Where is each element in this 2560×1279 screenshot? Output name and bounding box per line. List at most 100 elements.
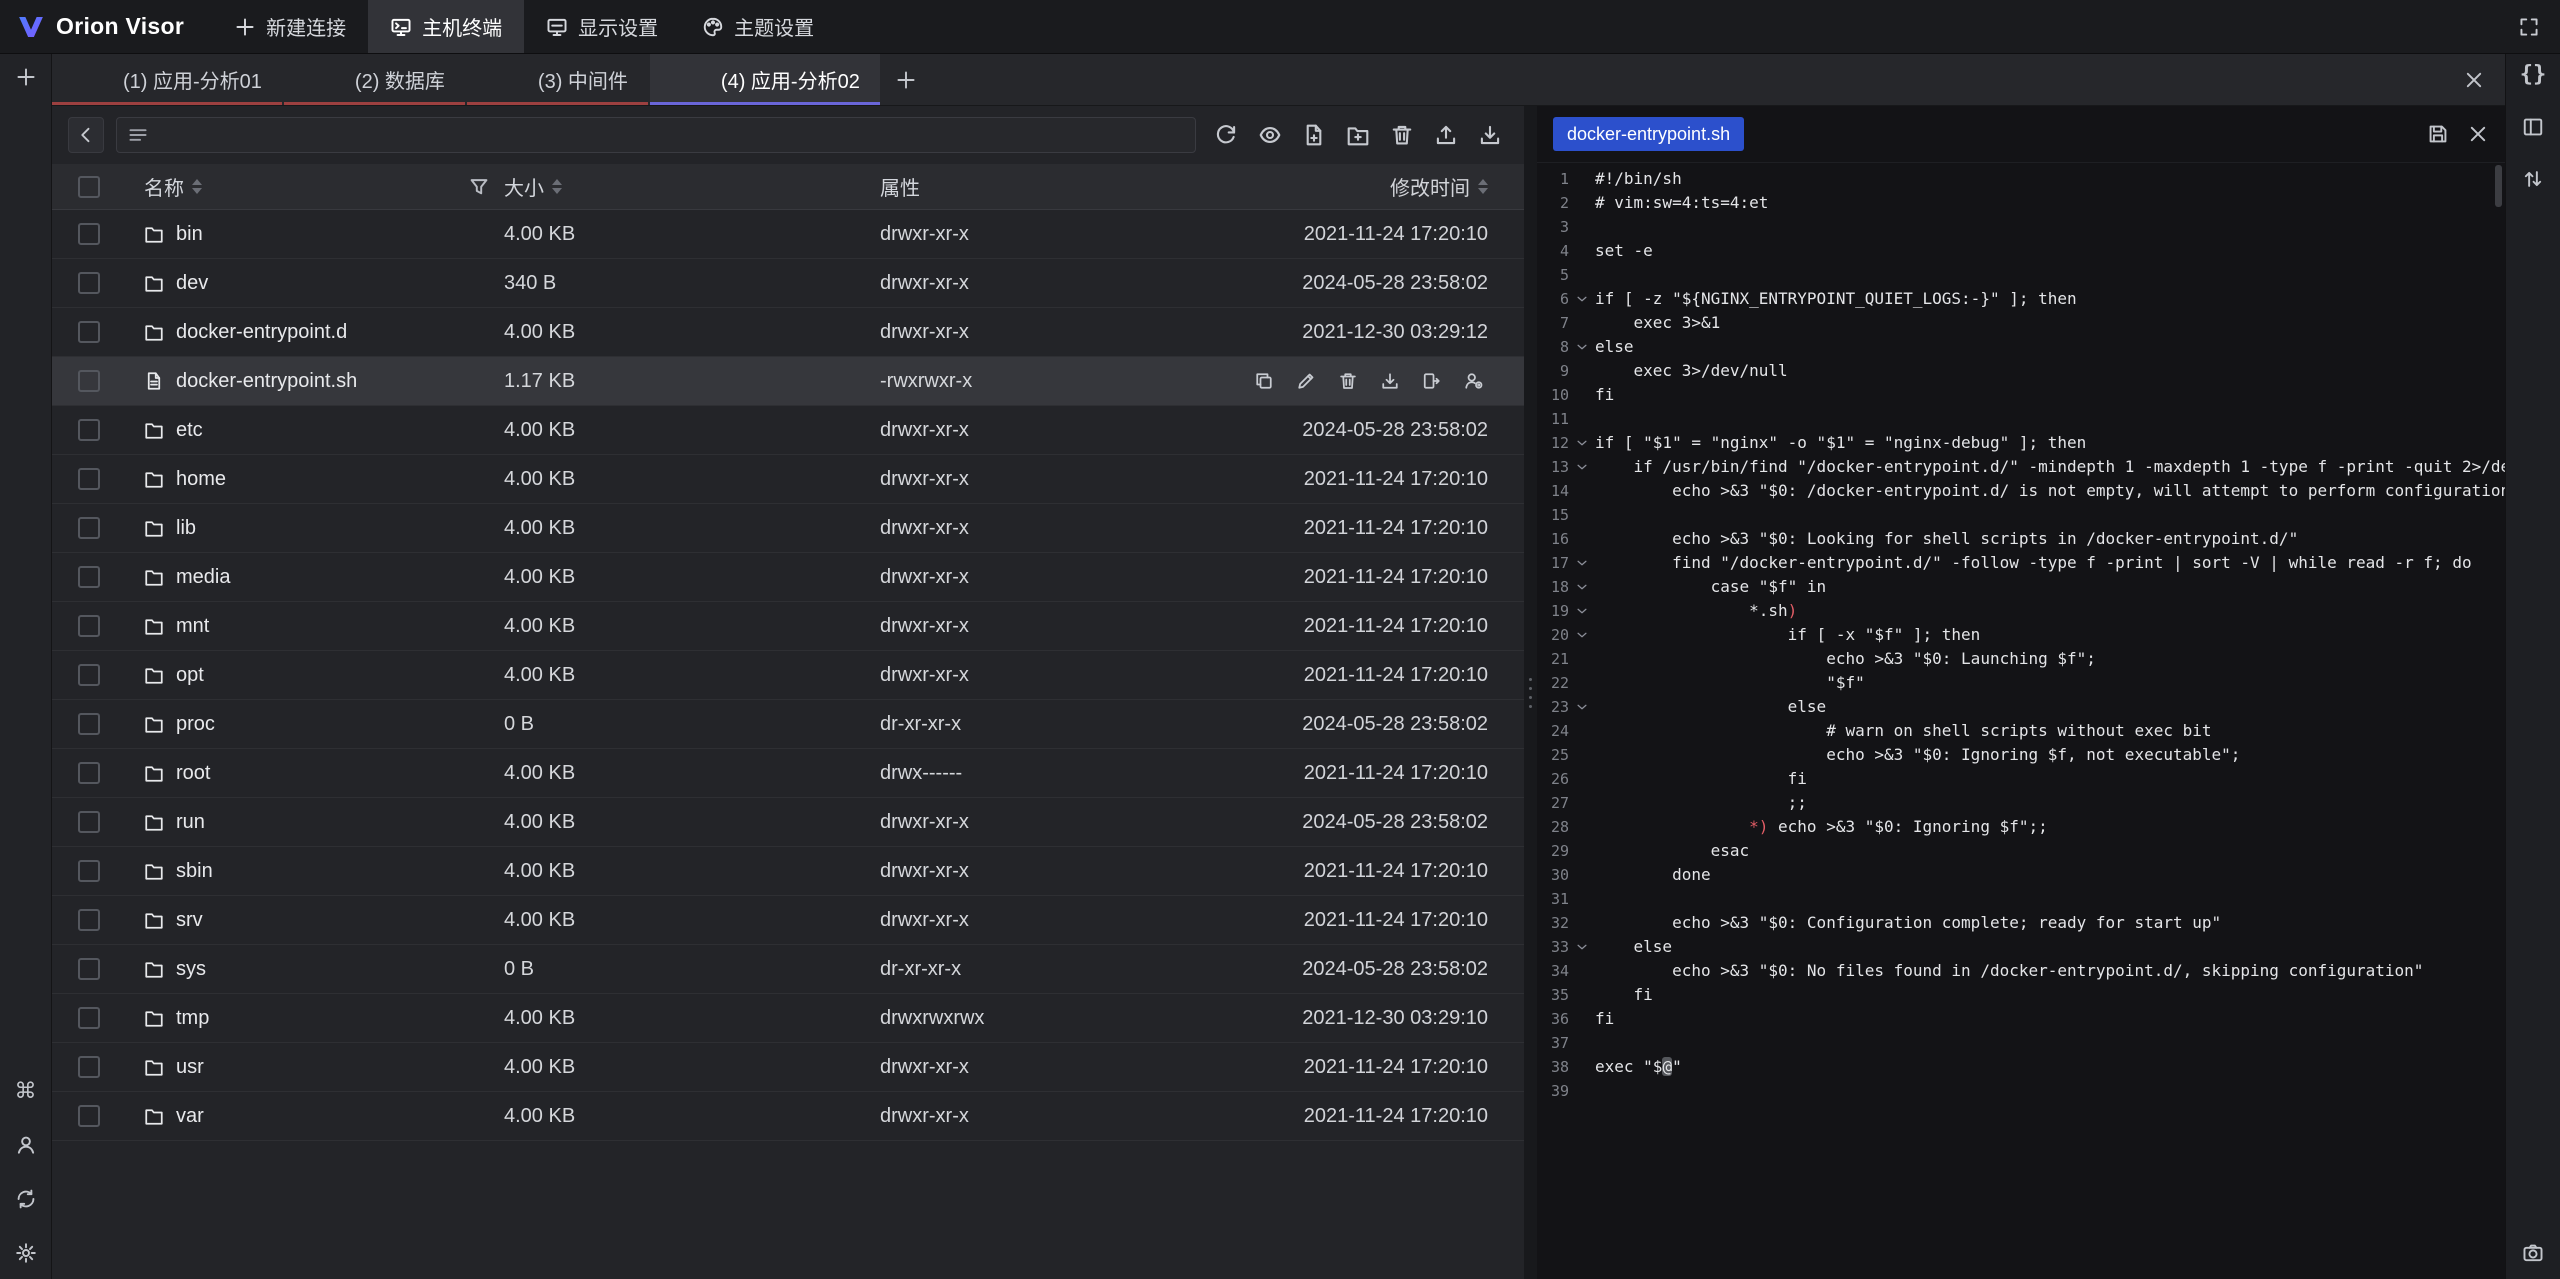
row-checkbox[interactable] xyxy=(78,321,100,343)
menu-display-settings[interactable]: 显示设置 xyxy=(524,0,680,53)
file-row[interactable]: var 4.00 KB drwxr-xr-x 2021-11-24 17:20:… xyxy=(52,1092,1524,1141)
fold-chevron-icon[interactable] xyxy=(1569,935,1595,959)
file-row[interactable]: run 4.00 KB drwxr-xr-x 2024-05-28 23:58:… xyxy=(52,798,1524,847)
row-checkbox[interactable] xyxy=(78,860,100,882)
file-attr: drwxr-xr-x xyxy=(880,321,1280,344)
column-name[interactable]: 名称 xyxy=(124,172,504,201)
back-button[interactable] xyxy=(68,117,104,153)
file-row[interactable]: mnt 4.00 KB drwxr-xr-x 2021-11-24 17:20:… xyxy=(52,602,1524,651)
braces-icon[interactable]: {} xyxy=(2520,64,2547,86)
row-checkbox[interactable] xyxy=(78,272,100,294)
file-row[interactable]: sys 0 B dr-xr-xr-x 2024-05-28 23:58:02 xyxy=(52,945,1524,994)
sort-name-icon[interactable] xyxy=(192,179,202,194)
show-hidden-icon[interactable] xyxy=(1258,123,1282,147)
file-row[interactable]: media 4.00 KB drwxr-xr-x 2021-11-24 17:2… xyxy=(52,553,1524,602)
close-all-tabs-icon[interactable] xyxy=(2443,54,2505,105)
editor-file-tab[interactable]: docker-entrypoint.sh xyxy=(1553,117,1744,151)
delete-icon[interactable] xyxy=(1338,371,1358,391)
command-icon[interactable]: ⌘ xyxy=(15,1080,37,1102)
row-checkbox[interactable] xyxy=(78,566,100,588)
menu-theme-settings[interactable]: 主题设置 xyxy=(680,0,836,53)
sort-size-icon[interactable] xyxy=(552,179,562,194)
panel-resize-handle[interactable] xyxy=(1524,106,1537,1279)
refresh-icon[interactable] xyxy=(1214,123,1238,147)
row-checkbox[interactable] xyxy=(78,223,100,245)
file-row[interactable]: docker-entrypoint.sh 1.17 KB -rwxrwxr-x xyxy=(52,357,1524,406)
row-checkbox[interactable] xyxy=(78,664,100,686)
line-number: 12 xyxy=(1541,431,1569,455)
row-checkbox[interactable] xyxy=(78,713,100,735)
edit-icon[interactable] xyxy=(1296,371,1316,391)
download-icon[interactable] xyxy=(1380,371,1400,391)
terminal-tab-4[interactable]: (4) 应用-分析02 xyxy=(650,54,880,105)
fold-chevron-icon[interactable] xyxy=(1569,455,1595,479)
new-file-icon[interactable] xyxy=(1302,123,1326,147)
fold-chevron-icon[interactable] xyxy=(1569,335,1595,359)
row-checkbox[interactable] xyxy=(78,419,100,441)
editor-scrollbar[interactable] xyxy=(2495,165,2502,207)
file-row[interactable]: etc 4.00 KB drwxr-xr-x 2024-05-28 23:58:… xyxy=(52,406,1524,455)
panel-toggle-icon[interactable] xyxy=(2522,116,2544,138)
upload-icon[interactable] xyxy=(1434,123,1458,147)
terminal-tab-3[interactable]: (3) 中间件 xyxy=(467,54,648,105)
row-checkbox[interactable] xyxy=(78,958,100,980)
path-input[interactable] xyxy=(116,117,1196,153)
column-mtime[interactable]: 修改时间 xyxy=(1280,172,1524,201)
row-checkbox[interactable] xyxy=(78,370,100,392)
row-checkbox[interactable] xyxy=(78,811,100,833)
column-size[interactable]: 大小 xyxy=(504,172,880,201)
new-folder-icon[interactable] xyxy=(1346,123,1370,147)
move-icon[interactable] xyxy=(1422,371,1442,391)
add-tab-icon[interactable] xyxy=(882,54,930,105)
fold-chevron-icon[interactable] xyxy=(1569,431,1595,455)
sync-icon[interactable] xyxy=(15,1188,37,1210)
download-icon[interactable] xyxy=(1478,123,1502,147)
file-row[interactable]: bin 4.00 KB drwxr-xr-x 2021-11-24 17:20:… xyxy=(52,210,1524,259)
file-attr: drwxr-xr-x xyxy=(880,860,1280,883)
file-row[interactable]: home 4.00 KB drwxr-xr-x 2021-11-24 17:20… xyxy=(52,455,1524,504)
fold-chevron-icon[interactable] xyxy=(1569,623,1595,647)
screenshot-camera-icon[interactable] xyxy=(2522,1242,2544,1264)
row-checkbox[interactable] xyxy=(78,762,100,784)
menu-host-terminal[interactable]: 主机终端 xyxy=(368,0,524,53)
fold-chevron-icon[interactable] xyxy=(1569,695,1595,719)
file-row[interactable]: docker-entrypoint.d 4.00 KB drwxr-xr-x 2… xyxy=(52,308,1524,357)
permission-icon[interactable] xyxy=(1464,371,1484,391)
file-row[interactable]: dev 340 B drwxr-xr-x 2024-05-28 23:58:02 xyxy=(52,259,1524,308)
row-checkbox[interactable] xyxy=(78,1007,100,1029)
terminal-tab-2[interactable]: (2) 数据库 xyxy=(284,54,465,105)
file-row[interactable]: sbin 4.00 KB drwxr-xr-x 2021-11-24 17:20… xyxy=(52,847,1524,896)
fold-chevron-icon[interactable] xyxy=(1569,599,1595,623)
copy-path-icon[interactable] xyxy=(1254,371,1274,391)
row-checkbox[interactable] xyxy=(78,909,100,931)
save-icon[interactable] xyxy=(2427,123,2449,145)
row-checkbox[interactable] xyxy=(78,1105,100,1127)
file-row[interactable]: usr 4.00 KB drwxr-xr-x 2021-11-24 17:20:… xyxy=(52,1043,1524,1092)
file-row[interactable]: root 4.00 KB drwx------ 2021-11-24 17:20… xyxy=(52,749,1524,798)
file-row[interactable]: opt 4.00 KB drwxr-xr-x 2021-11-24 17:20:… xyxy=(52,651,1524,700)
menu-new-connection[interactable]: 新建连接 xyxy=(212,0,368,53)
editor-close-icon[interactable] xyxy=(2467,123,2489,145)
file-row[interactable]: proc 0 B dr-xr-xr-x 2024-05-28 23:58:02 xyxy=(52,700,1524,749)
delete-icon[interactable] xyxy=(1390,123,1414,147)
fullscreen-icon[interactable] xyxy=(2518,16,2540,38)
sort-updown-icon[interactable] xyxy=(2522,168,2544,190)
code-editor[interactable]: 1 #!/bin/sh 2 # vim:sw=4:ts=4:et 3 4 set… xyxy=(1537,163,2505,1279)
sort-mtime-icon[interactable] xyxy=(1478,179,1488,194)
terminal-tab-1[interactable]: (1) 应用-分析01 xyxy=(52,54,282,105)
file-row[interactable]: srv 4.00 KB drwxr-xr-x 2021-11-24 17:20:… xyxy=(52,896,1524,945)
select-all-checkbox[interactable] xyxy=(78,176,100,198)
fold-chevron-icon[interactable] xyxy=(1569,575,1595,599)
user-icon[interactable] xyxy=(15,1134,37,1156)
row-checkbox[interactable] xyxy=(78,615,100,637)
file-row[interactable]: lib 4.00 KB drwxr-xr-x 2021-11-24 17:20:… xyxy=(52,504,1524,553)
row-checkbox[interactable] xyxy=(78,468,100,490)
settings-gear-icon[interactable] xyxy=(15,1242,37,1264)
new-panel-icon[interactable] xyxy=(15,66,37,88)
file-row[interactable]: tmp 4.00 KB drwxrwxrwx 2021-12-30 03:29:… xyxy=(52,994,1524,1043)
row-checkbox[interactable] xyxy=(78,1056,100,1078)
row-checkbox[interactable] xyxy=(78,517,100,539)
fold-chevron-icon[interactable] xyxy=(1569,287,1595,311)
fold-chevron-icon[interactable] xyxy=(1569,551,1595,575)
filter-icon[interactable] xyxy=(468,176,490,198)
